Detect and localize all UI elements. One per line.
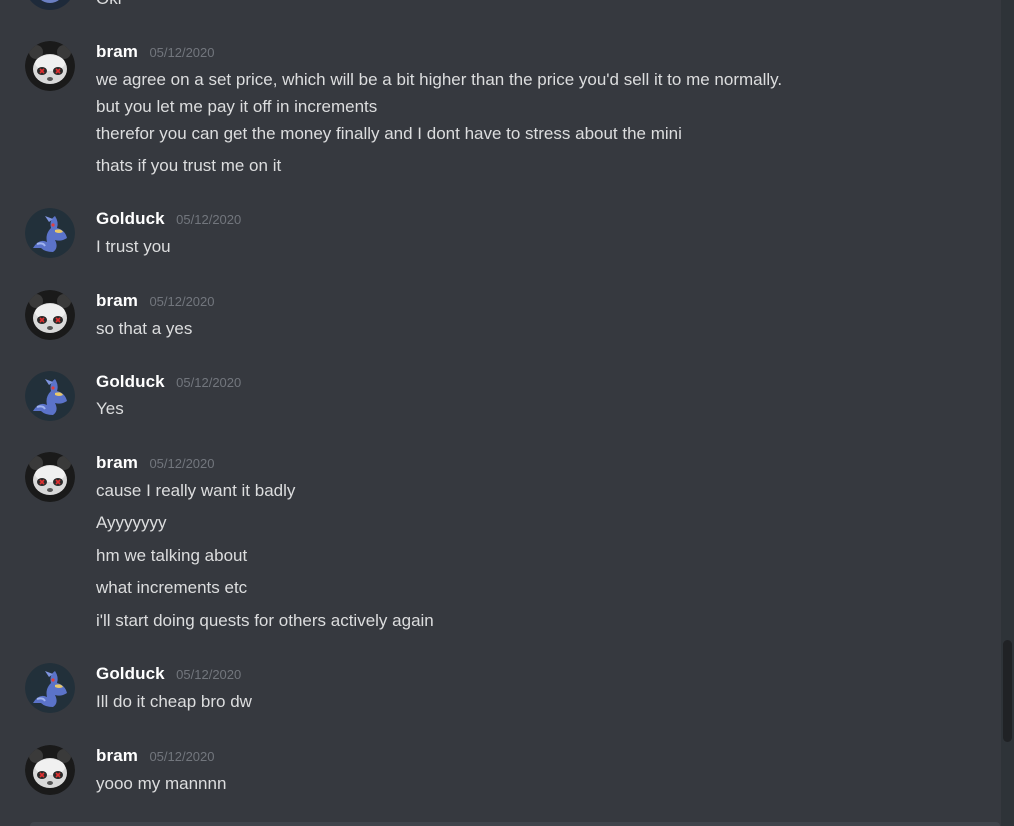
golduck-avatar-image — [25, 371, 75, 421]
avatar[interactable] — [25, 371, 75, 421]
message-header: bram 05/12/2020 — [96, 291, 215, 313]
username[interactable]: bram — [96, 746, 138, 765]
message-text: yooo my mannnn — [96, 774, 227, 793]
bram-avatar-image — [25, 452, 75, 502]
chat-messages[interactable]: Oki bram 05/12/2020 we agree on a set pr… — [0, 0, 1000, 826]
timestamp[interactable]: 05/12/2020 — [149, 45, 214, 60]
message-header: Golduck 05/12/2020 — [96, 372, 241, 394]
bram-avatar-image — [25, 41, 75, 91]
username[interactable]: bram — [96, 291, 138, 310]
message-text: i'll start doing quests for others activ… — [96, 611, 434, 630]
message-group: Golduck 05/12/2020 Yes — [0, 371, 1000, 431]
message-text: I trust you — [96, 237, 171, 256]
message-input-edge[interactable] — [30, 822, 1000, 826]
message-text: thats if you trust me on it — [96, 156, 282, 175]
avatar[interactable] — [25, 663, 75, 713]
message-text: but you let me pay it off in increments — [96, 97, 378, 116]
username[interactable]: Golduck — [96, 372, 165, 391]
message-header: bram 05/12/2020 — [96, 42, 215, 64]
golduck-avatar-image — [25, 208, 75, 258]
message-header: bram 05/12/2020 — [96, 453, 215, 475]
avatar[interactable] — [25, 208, 75, 258]
timestamp[interactable]: 05/12/2020 — [149, 456, 214, 471]
avatar[interactable] — [25, 290, 75, 340]
message-text: Ill do it cheap bro dw — [96, 692, 252, 711]
timestamp[interactable]: 05/12/2020 — [149, 749, 214, 764]
message-text: what increments etc — [96, 578, 248, 597]
message-header: Golduck 05/12/2020 — [96, 209, 241, 231]
message-group: Golduck 05/12/2020 Ill do it cheap bro d… — [0, 663, 1000, 723]
message-text: Yes — [96, 399, 124, 418]
message-group: bram 05/12/2020 yooo my mannnn — [0, 745, 1000, 805]
username[interactable]: Golduck — [96, 664, 165, 683]
message-text: we agree on a set price, which will be a… — [96, 70, 783, 89]
message-group: bram 05/12/2020 cause I really want it b… — [0, 452, 1000, 642]
timestamp[interactable]: 05/12/2020 — [149, 294, 214, 309]
message-group: bram 05/12/2020 so that a yes — [0, 290, 1000, 350]
username[interactable]: bram — [96, 453, 138, 472]
message-group: bram 05/12/2020 we agree on a set price,… — [0, 41, 1000, 181]
username[interactable]: bram — [96, 42, 138, 61]
message-text: Ayyyyyyy — [96, 513, 167, 532]
message-text: so that a yes — [96, 319, 193, 338]
message-header: Golduck 05/12/2020 — [96, 664, 241, 686]
avatar[interactable] — [25, 0, 75, 10]
bram-avatar-image — [25, 290, 75, 340]
avatar[interactable] — [25, 745, 75, 795]
message-text: Oki — [96, 0, 122, 10]
avatar[interactable] — [25, 452, 75, 502]
scrollbar-thumb[interactable] — [1003, 640, 1012, 742]
golduck-avatar-image — [25, 663, 75, 713]
timestamp[interactable]: 05/12/2020 — [176, 212, 241, 227]
timestamp[interactable]: 05/12/2020 — [176, 667, 241, 682]
bram-avatar-image — [25, 745, 75, 795]
message-text: cause I really want it badly — [96, 481, 296, 500]
username[interactable]: Golduck — [96, 209, 165, 228]
avatar[interactable] — [25, 41, 75, 91]
message-text: therefor you can get the money finally a… — [96, 124, 682, 143]
message-header: bram 05/12/2020 — [96, 746, 215, 768]
message-text: hm we talking about — [96, 546, 248, 565]
timestamp[interactable]: 05/12/2020 — [176, 375, 241, 390]
message-group: Golduck 05/12/2020 I trust you — [0, 208, 1000, 268]
